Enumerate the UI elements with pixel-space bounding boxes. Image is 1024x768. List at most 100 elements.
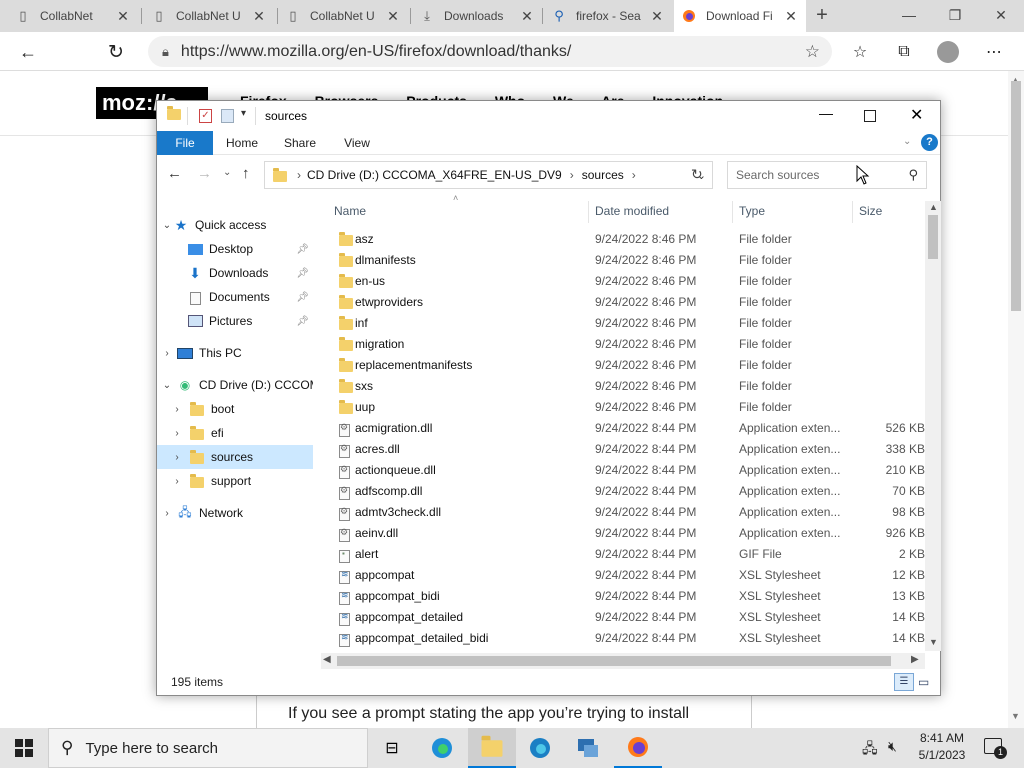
table-row[interactable]: appcompat 9/24/2022 8:44 PM XSL Stylesheet… xyxy=(333,565,925,586)
task-view-icon[interactable]: ⊟ xyxy=(368,728,416,768)
refresh-button[interactable]: ↻ xyxy=(102,38,130,66)
table-row[interactable]: admtv3check.dll 9/24/2022 8:44 PM Applicat… xyxy=(333,502,925,523)
volume-muted-icon[interactable]: 🔇︎ xyxy=(888,738,897,755)
table-row[interactable]: appcompat_detailed_bidi 9/24/2022 8:44 PM… xyxy=(333,628,925,649)
browser-tab-3[interactable]: ▯ CollabNet U ✕ xyxy=(278,0,408,32)
path-segment-sources[interactable]: sources xyxy=(582,168,624,182)
help-icon[interactable]: ? xyxy=(921,134,938,151)
start-button[interactable] xyxy=(0,728,48,768)
explorer-title-bar[interactable]: ✓ ▾ sources — ✕ xyxy=(157,101,940,131)
forward-button[interactable] xyxy=(62,38,90,66)
recent-locations-icon[interactable]: ⌄ xyxy=(223,167,231,178)
minimize-button[interactable]: — xyxy=(819,105,833,121)
profile-avatar[interactable] xyxy=(934,38,962,66)
pin-icon[interactable]: 📌︎ xyxy=(296,292,309,303)
firefox-taskbar-icon[interactable] xyxy=(614,728,662,768)
tab-view[interactable]: View xyxy=(332,131,382,155)
forward-icon[interactable]: → xyxy=(197,165,212,182)
table-row[interactable]: acmigration.dll 9/24/2022 8:44 PM Applicat… xyxy=(333,418,925,439)
edge-icon[interactable] xyxy=(418,728,466,768)
column-header-size[interactable]: Size xyxy=(859,201,882,221)
sidebar-item-efi[interactable]: › efi xyxy=(157,421,313,445)
table-row[interactable]: etwproviders 9/24/2022 8:46 PM File folder xyxy=(333,292,925,313)
file-explorer-taskbar-icon[interactable] xyxy=(468,728,516,768)
collections-icon[interactable]: ⧉ xyxy=(890,38,918,66)
close-button[interactable]: ✕ xyxy=(910,105,923,125)
browser-tab-2[interactable]: ▯ CollabNet U ✕ xyxy=(144,0,274,32)
properties-icon[interactable]: ✓ xyxy=(199,109,212,123)
sidebar-item-network[interactable]: › 🖧︎ Network xyxy=(157,501,313,525)
column-header-name[interactable]: Name xyxy=(334,201,366,221)
chevron-right-icon[interactable]: › xyxy=(171,404,183,415)
favorites-icon[interactable]: ☆ xyxy=(846,38,874,66)
lock-icon[interactable]: 🔒︎ xyxy=(162,44,169,60)
sidebar-item-desktop[interactable]: Desktop 📌︎ xyxy=(157,237,313,261)
sidebar-item-sources[interactable]: › sources xyxy=(157,445,313,469)
column-header-date[interactable]: Date modified xyxy=(595,201,669,221)
close-window-button[interactable]: ✕ xyxy=(978,0,1024,30)
table-row[interactable]: acres.dll 9/24/2022 8:44 PM Application ex… xyxy=(333,439,925,460)
table-row[interactable]: appcompat_detailed 9/24/2022 8:44 PM XSL S… xyxy=(333,607,925,628)
sidebar-item-cd-drive[interactable]: ⌄ ◉ CD Drive (D:) CCCOMA xyxy=(157,373,313,397)
table-row[interactable]: appcompat_bidi 9/24/2022 8:44 PM XSL Style… xyxy=(333,586,925,607)
page-scrollbar[interactable]: ▲ ▼ xyxy=(1008,71,1024,728)
new-tab-button[interactable]: + xyxy=(800,0,844,30)
sidebar-item-this-pc[interactable]: › This PC xyxy=(157,341,313,365)
details-view-icon[interactable]: ☰ xyxy=(894,673,914,691)
scroll-thumb[interactable] xyxy=(337,656,891,666)
edge-beta-icon[interactable] xyxy=(516,728,564,768)
pin-icon[interactable]: 📌︎ xyxy=(296,316,309,327)
address-path[interactable]: › CD Drive (D:) CCCOMA_X64FRE_EN-US_DV9 … xyxy=(264,161,713,189)
table-row[interactable]: adfscomp.dll 9/24/2022 8:44 PM Application… xyxy=(333,481,925,502)
expand-ribbon-icon[interactable]: ⌄ xyxy=(903,136,911,147)
chevron-right-icon[interactable]: › xyxy=(171,428,183,439)
column-header-type[interactable]: Type xyxy=(739,201,765,221)
browser-tab-6-active[interactable]: Download Fi ✕ xyxy=(674,0,806,32)
restore-window-button[interactable]: ❐ xyxy=(932,0,978,30)
sidebar-item-support[interactable]: › support xyxy=(157,469,313,493)
table-row[interactable]: replacementmanifests 9/24/2022 8:46 PM Fil… xyxy=(333,355,925,376)
table-row[interactable]: inf 9/24/2022 8:46 PM File folder xyxy=(333,313,925,334)
browser-tab-1[interactable]: ▯ CollabNet ✕ xyxy=(8,0,138,32)
close-tab-icon[interactable]: ✕ xyxy=(386,8,400,25)
notification-center-icon[interactable]: 1 xyxy=(984,738,1007,759)
clock[interactable]: 8:41 AM 5/1/2023 xyxy=(912,731,972,762)
browser-tab-5[interactable]: ⚲ firefox - Sea ✕ xyxy=(544,0,672,32)
network-app-icon[interactable] xyxy=(564,728,612,768)
large-icons-view-icon[interactable]: ▭ xyxy=(918,675,929,689)
chevron-down-icon[interactable]: ⌄ xyxy=(161,380,173,391)
url-field[interactable]: 🔒︎ https://www.mozilla.org/en-US/firefox… xyxy=(148,36,832,67)
up-icon[interactable]: ↑ xyxy=(242,165,250,182)
back-button[interactable]: ← xyxy=(14,38,42,66)
table-row[interactable]: alert 9/24/2022 8:44 PM GIF File 2 KB xyxy=(333,544,925,565)
back-icon[interactable]: ← xyxy=(167,165,182,182)
table-row[interactable]: actionqueue.dll 9/24/2022 8:44 PM Applicat… xyxy=(333,460,925,481)
close-tab-icon[interactable]: ✕ xyxy=(116,8,130,25)
tab-home[interactable]: Home xyxy=(217,131,267,155)
sidebar-item-documents[interactable]: Documents 📌︎ xyxy=(157,285,313,309)
tab-file[interactable]: File xyxy=(157,131,213,155)
table-row[interactable]: sxs 9/24/2022 8:46 PM File folder xyxy=(333,376,925,397)
sidebar-item-downloads[interactable]: ⬇ Downloads 📌︎ xyxy=(157,261,313,285)
scroll-thumb[interactable] xyxy=(928,215,938,259)
file-list-vertical-scrollbar[interactable]: ▲ ▼ xyxy=(925,201,941,651)
close-tab-icon[interactable]: ✕ xyxy=(784,8,798,25)
close-tab-icon[interactable]: ✕ xyxy=(520,8,534,25)
maximize-button[interactable] xyxy=(864,110,876,122)
pin-icon[interactable]: 📌︎ xyxy=(296,244,309,255)
table-row[interactable]: uup 9/24/2022 8:46 PM File folder xyxy=(333,397,925,418)
refresh-icon[interactable]: ↻ xyxy=(691,166,703,183)
table-row[interactable]: en-us 9/24/2022 8:46 PM File folder xyxy=(333,271,925,292)
path-segment-drive[interactable]: CD Drive (D:) CCCOMA_X64FRE_EN-US_DV9 xyxy=(307,168,562,182)
chevron-down-icon[interactable]: ⌄ xyxy=(161,220,173,231)
table-row[interactable]: asz 9/24/2022 8:46 PM File folder xyxy=(333,229,925,250)
favorite-star-icon[interactable]: ☆ xyxy=(805,42,820,62)
chevron-right-icon[interactable]: › xyxy=(171,476,183,487)
table-row[interactable]: aeinv.dll 9/24/2022 8:44 PM Application ex… xyxy=(333,523,925,544)
pin-icon[interactable]: 📌︎ xyxy=(296,268,309,279)
table-row[interactable]: dlmanifests 9/24/2022 8:46 PM File folder xyxy=(333,250,925,271)
minimize-window-button[interactable]: — xyxy=(886,0,932,30)
sidebar-item-pictures[interactable]: Pictures 📌︎ xyxy=(157,309,313,333)
tab-share[interactable]: Share xyxy=(275,131,325,155)
chevron-right-icon[interactable]: › xyxy=(161,508,173,519)
